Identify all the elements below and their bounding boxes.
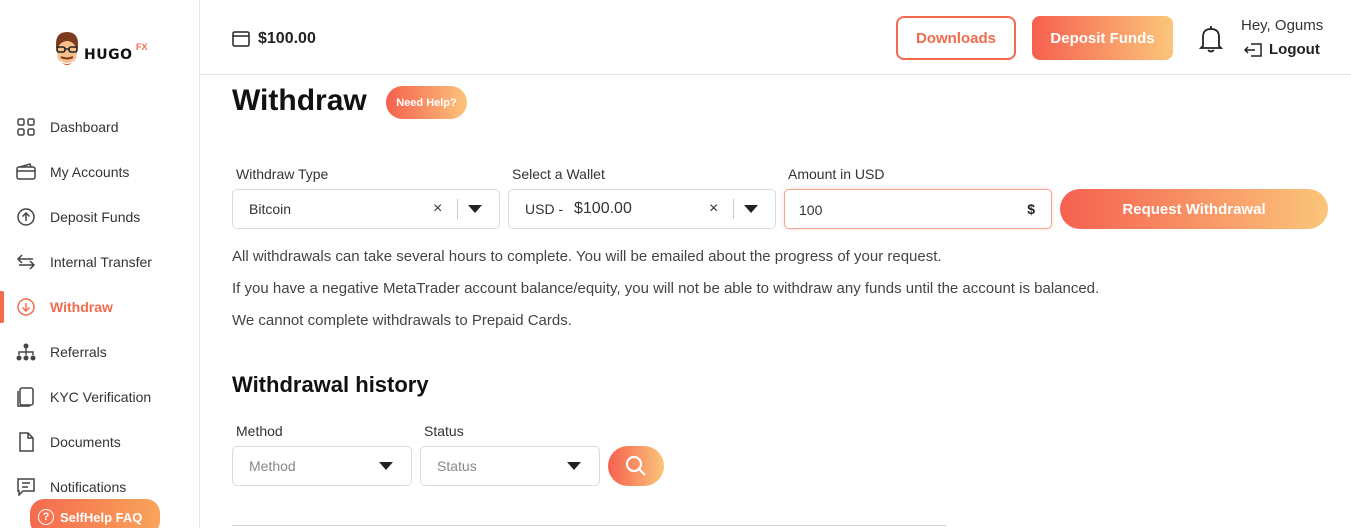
withdrawal-history-title: Withdrawal history [232,372,429,397]
withdraw-type-select[interactable]: Bitcoin × [232,189,500,229]
sidebar-item-label: Notifications [50,479,127,495]
brand-logo[interactable]: HUGO FX [52,30,152,74]
sidebar-item-documents[interactable]: Documents [0,422,200,462]
sidebar-item-kyc-verification[interactable]: KYC Verification [0,377,200,417]
method-select[interactable]: Method [232,446,412,486]
document-icon [16,432,36,452]
sidebar-item-label: Documents [50,434,121,450]
logout-button[interactable]: Logout [1243,41,1320,58]
wallet-label: Select a Wallet [512,166,605,182]
chevron-down-icon[interactable] [468,205,482,213]
method-placeholder: Method [249,458,296,474]
logout-icon [1243,42,1262,57]
selfhelp-faq-button[interactable]: ? SelfHelp FAQ [30,499,160,528]
status-label: Status [424,423,464,439]
select-separator [733,199,734,219]
clear-icon[interactable]: × [709,200,718,218]
logout-label: Logout [1269,41,1320,58]
request-withdrawal-button[interactable]: Request Withdrawal [1060,189,1328,229]
grid-icon [16,117,36,137]
amount-field[interactable]: $ [784,189,1052,229]
chevron-down-icon[interactable] [379,462,393,470]
wallet-select[interactable]: USD - $100.00 × [508,189,776,229]
info-text: We cannot complete withdrawals to Prepai… [232,312,572,329]
sidebar-item-label: My Accounts [50,164,130,180]
amount-label: Amount in USD [788,166,885,182]
search-icon [625,455,646,476]
chevron-down-icon[interactable] [744,205,758,213]
amount-input[interactable] [799,199,999,221]
withdraw-type-value: Bitcoin [249,201,292,217]
logo-mascot-icon [56,32,78,65]
question-icon: ? [38,509,54,525]
info-text: All withdrawals can take several hours t… [232,248,942,265]
wallet-prefix: USD - [525,201,564,217]
sidebar-item-label: Dashboard [50,119,119,135]
sidebar-item-label: Referrals [50,344,107,360]
balance-value: $100.00 [258,30,316,47]
bell-icon[interactable] [1198,24,1224,54]
select-separator [457,199,458,219]
arrow-down-circle-icon [16,297,36,317]
info-text: If you have a negative MetaTrader accoun… [232,280,1100,297]
wallet-value: $100.00 [574,200,632,217]
transfer-icon [16,252,36,272]
sidebar-item-withdraw[interactable]: Withdraw [0,287,200,327]
sidebar-item-deposit-funds[interactable]: Deposit Funds [0,197,200,237]
search-button[interactable] [608,446,664,486]
method-label: Method [236,423,283,439]
deposit-funds-button[interactable]: Deposit Funds [1032,16,1173,60]
need-help-button[interactable]: Need Help? [386,86,467,119]
sidebar-item-label: Withdraw [50,299,113,315]
arrow-up-circle-icon [16,207,36,227]
selfhelp-label: SelfHelp FAQ [60,509,143,525]
sidebar-item-referrals[interactable]: Referrals [0,332,200,372]
sidebar-item-label: KYC Verification [50,389,152,405]
hierarchy-icon [16,342,36,362]
status-placeholder: Status [437,458,477,474]
user-greeting: Hey, Ogums [1241,17,1324,34]
sidebar-item-dashboard[interactable]: Dashboard [0,107,200,147]
top-header: $100.00 Downloads Deposit Funds Hey, Ogu… [200,0,1351,75]
withdraw-type-label: Withdraw Type [236,166,329,182]
page-title: Withdraw [232,84,367,117]
account-balance: $100.00 [232,30,316,48]
sidebar-item-label: Internal Transfer [50,254,152,270]
table-divider [232,525,946,526]
clear-icon[interactable]: × [433,200,442,218]
sidebar-item-label: Deposit Funds [50,209,141,225]
chevron-down-icon[interactable] [567,462,581,470]
downloads-button[interactable]: Downloads [896,16,1016,60]
wallet-icon [16,162,36,182]
id-card-icon [16,387,36,407]
wallet-icon [232,31,250,47]
brand-name: HUGO [84,47,133,63]
message-icon [16,477,36,497]
brand-suffix: FX [136,42,148,52]
currency-symbol: $ [1027,201,1035,217]
sidebar-item-internal-transfer[interactable]: Internal Transfer [0,242,200,282]
sidebar-item-my-accounts[interactable]: My Accounts [0,152,200,192]
sidebar: HUGO FX Dashboard My Accounts Deposit Fu… [0,0,200,528]
status-select[interactable]: Status [420,446,600,486]
